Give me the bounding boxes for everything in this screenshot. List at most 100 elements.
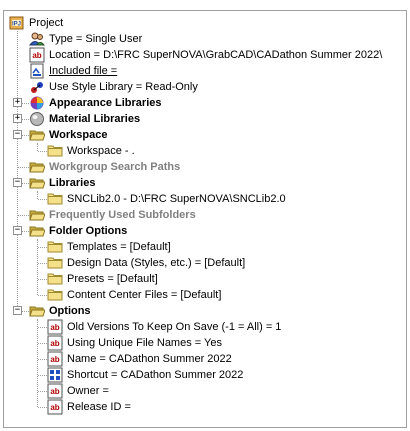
tree-item-location[interactable]: ab Location = D:\FRC SuperNOVA\GrabCAD\C… [29, 47, 382, 63]
tree-connector [38, 151, 47, 152]
tree-item-content-center-files[interactable]: Content Center Files = [Default] [47, 287, 221, 303]
tree-connector [38, 375, 47, 376]
tree-item-templates[interactable]: Templates = [Default] [47, 239, 171, 255]
tree-connector [38, 295, 47, 296]
tree-node-label: Frequently Used Subfolders [49, 209, 196, 221]
collapse-options-button[interactable]: − [13, 306, 22, 315]
tree-item-shortcut[interactable]: Shortcut = CADathon Summer 2022 [47, 367, 243, 383]
expand-appearance-button[interactable]: + [13, 98, 22, 107]
tree-item-label: Type = Single User [49, 33, 143, 45]
text-value-icon: ab [47, 399, 63, 415]
svg-text:ab: ab [32, 51, 41, 60]
open-folder-icon [29, 159, 46, 175]
tree-item-workspace-path[interactable]: Workspace - . [47, 143, 135, 159]
collapse-folder-options-button[interactable]: − [13, 226, 22, 235]
open-folder-icon [29, 303, 46, 319]
tree-item-use-style-library[interactable]: Use Style Library = Read-Only [29, 79, 198, 95]
tree-node-label: Libraries [49, 177, 96, 189]
tree-node-workgroup-search-paths[interactable]: Workgroup Search Paths [29, 159, 180, 175]
tree-node-label: Material Libraries [49, 113, 141, 125]
tree-item-presets[interactable]: Presets = [Default] [47, 271, 158, 287]
tree-item-label: Design Data (Styles, etc.) = [Default] [67, 257, 246, 269]
tree-item-label: Old Versions To Keep On Save (-1 = All) … [67, 321, 282, 333]
tree-connector [22, 231, 29, 232]
tree-connector [17, 31, 18, 312]
tree-item-release-id[interactable]: ab Release ID = [47, 399, 131, 415]
tree-item-type[interactable]: Type = Single User [29, 31, 142, 47]
appearance-sphere-icon [29, 95, 45, 111]
tree-connector [38, 247, 47, 248]
open-folder-icon [29, 223, 46, 239]
collapse-workspace-button[interactable]: − [13, 130, 22, 139]
tree-node-options[interactable]: Options [29, 303, 91, 319]
tree-item-owner[interactable]: ab Owner = [47, 383, 109, 399]
folder-icon [47, 271, 63, 287]
material-sphere-icon [29, 111, 45, 127]
tree-connector [38, 359, 47, 360]
tree-item-label: Use Style Library = Read-Only [49, 81, 198, 93]
project-file-icon: IPJ [9, 15, 25, 31]
users-icon [29, 31, 46, 47]
open-folder-icon [29, 127, 46, 143]
tree-connector [38, 199, 47, 200]
tree-item-unique-file-names[interactable]: ab Using Unique File Names = Yes [47, 335, 222, 351]
svg-text:IPJ: IPJ [12, 22, 21, 28]
folder-icon [47, 191, 63, 207]
tree-item-design-data[interactable]: Design Data (Styles, etc.) = [Default] [47, 255, 245, 271]
folder-icon [47, 255, 63, 271]
tree-node-frequently-used-subfolders[interactable]: Frequently Used Subfolders [29, 207, 196, 223]
tree-node-label: Workgroup Search Paths [49, 161, 181, 173]
tree-item-snclib[interactable]: SNCLib2.0 - D:\FRC SuperNOVA\SNCLib2.0 [47, 191, 286, 207]
tree-item-label: Workspace - . [67, 145, 135, 157]
open-folder-icon [29, 207, 46, 223]
tree-item-label: Content Center Files = [Default] [67, 289, 222, 301]
tree-connector [22, 183, 29, 184]
tree-item-included-file[interactable]: Included file = [29, 63, 117, 79]
text-value-icon: ab [47, 351, 63, 367]
shortcut-icon [47, 367, 63, 383]
tree-item-label: Location = D:\FRC SuperNOVA\GrabCAD\CADa… [49, 49, 383, 61]
tree-item-label: Name = CADathon Summer 2022 [67, 353, 232, 365]
tree-connector [38, 343, 47, 344]
file-link-icon [29, 63, 45, 79]
tree-connector [38, 263, 47, 264]
tree-item-label: Shortcut = CADathon Summer 2022 [67, 369, 244, 381]
tree-node-label: Workspace [49, 129, 108, 141]
tree-node-material-libraries[interactable]: Material Libraries [29, 111, 140, 127]
style-library-icon [29, 79, 45, 95]
tree-node-libraries[interactable]: Libraries [29, 175, 95, 191]
tree-node-workspace[interactable]: Workspace [29, 127, 108, 143]
tree-connector [37, 143, 38, 151]
tree-connector [38, 391, 47, 392]
tree-item-label: Owner = [67, 385, 109, 397]
tree-connector [18, 167, 29, 168]
tree-root-project[interactable]: IPJ Project [9, 15, 63, 31]
tree-node-label: Options [49, 305, 91, 317]
text-value-icon: ab [47, 319, 63, 335]
expand-material-button[interactable]: + [13, 114, 22, 123]
text-value-icon: ab [47, 335, 63, 351]
tree-connector [18, 215, 29, 216]
tree-item-name[interactable]: ab Name = CADathon Summer 2022 [47, 351, 232, 367]
text-value-icon: ab [29, 47, 45, 63]
tree-connector [22, 103, 29, 104]
tree-connector [37, 191, 38, 199]
open-folder-icon [29, 175, 46, 191]
tree-node-appearance-libraries[interactable]: Appearance Libraries [29, 95, 162, 111]
tree-connector [22, 119, 29, 120]
collapse-libraries-button[interactable]: − [13, 178, 22, 187]
tree-connector [22, 135, 29, 136]
text-value-icon: ab [47, 383, 63, 399]
tree-item-label: Included file = [49, 65, 118, 77]
tree-root-label: Project [29, 17, 64, 29]
tree-node-label: Folder Options [49, 225, 128, 237]
tree-item-old-versions[interactable]: ab Old Versions To Keep On Save (-1 = Al… [47, 319, 281, 335]
tree-node-label: Appearance Libraries [49, 97, 162, 109]
tree-item-label: Release ID = [67, 401, 131, 413]
svg-text:ab: ab [50, 387, 59, 396]
tree-connector [37, 319, 38, 407]
tree-connector [38, 279, 47, 280]
tree-node-folder-options[interactable]: Folder Options [29, 223, 127, 239]
tree-connector [38, 407, 47, 408]
folder-icon [47, 287, 63, 303]
